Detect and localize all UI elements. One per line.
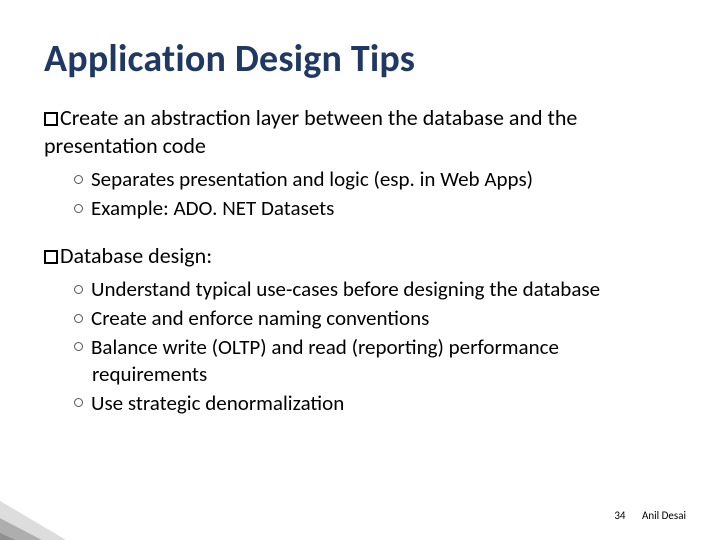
ring-bullet-icon: [74, 175, 83, 184]
sub-item-text: Balance write (OLTP) and read (reporting…: [91, 334, 559, 387]
page-number: 34: [614, 509, 625, 522]
footer-author: Anil Desai: [642, 509, 686, 522]
ring-bullet-icon: [74, 285, 83, 294]
sub-item: Separates presentation and logic (esp. i…: [74, 166, 676, 193]
ring-bullet-icon: [74, 342, 83, 351]
square-bullet-icon: [44, 112, 58, 126]
ring-bullet-icon: [74, 398, 83, 407]
sub-item: Balance write (OLTP) and read (reporting…: [74, 334, 676, 388]
bullet-2-text: Database design:: [60, 242, 212, 269]
sub-item: Example: ADO. NET Datasets: [74, 195, 676, 222]
bullet-2: Database design:: [44, 242, 676, 270]
sub-item: Use strategic denormalization: [74, 390, 676, 417]
slide-footer: 34 Anil Desai: [614, 509, 686, 522]
bullet-1-sublist: Separates presentation and logic (esp. i…: [44, 166, 676, 222]
ring-bullet-icon: [74, 204, 83, 213]
sub-item-text: Use strategic denormalization: [91, 390, 344, 416]
bullet-2-sublist: Understand typical use-cases before desi…: [44, 276, 676, 416]
square-bullet-icon: [44, 250, 58, 264]
sub-item-text: Create and enforce naming conventions: [91, 305, 429, 331]
sub-item-text: Understand typical use-cases before desi…: [91, 276, 600, 302]
sub-item: Create and enforce naming conventions: [74, 305, 676, 332]
slide-title: Application Design Tips: [44, 36, 676, 82]
ring-bullet-icon: [74, 314, 83, 323]
sub-item-text: Separates presentation and logic (esp. i…: [91, 166, 533, 192]
sub-item-text: Example: ADO. NET Datasets: [91, 195, 334, 221]
slide: Application Design Tips Create an abstra…: [0, 0, 720, 540]
bullet-1: Create an abstraction layer between the …: [44, 104, 676, 160]
corner-decoration-icon: [0, 460, 120, 540]
slide-content: Create an abstraction layer between the …: [44, 104, 676, 417]
sub-item: Understand typical use-cases before desi…: [74, 276, 676, 303]
bullet-1-text: Create an abstraction layer between the …: [44, 104, 577, 159]
